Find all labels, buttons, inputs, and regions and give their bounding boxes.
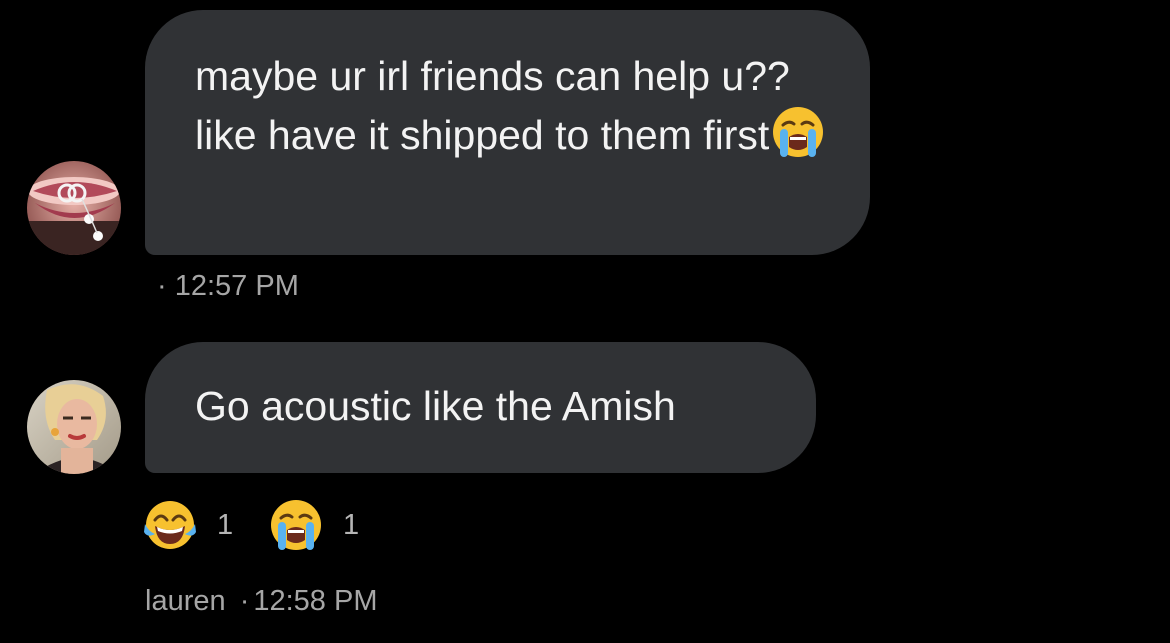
sender-name: lauren xyxy=(145,585,226,617)
message-bubble[interactable]: maybe ur irl friends can help u?? like h… xyxy=(145,10,870,255)
avatar-image xyxy=(27,380,121,474)
loudly-crying-face-icon xyxy=(771,105,825,159)
separator-dot: · xyxy=(157,270,167,302)
reaction-count: 1 xyxy=(217,508,234,541)
time-label: 12:57 PM xyxy=(174,270,299,302)
reaction-chip[interactable]: 1 xyxy=(143,500,233,550)
chat-thread: maybe ur irl friends can help u?? like h… xyxy=(0,0,1170,643)
sender-avatar[interactable] xyxy=(27,380,121,474)
time-label: 12:58 PM xyxy=(253,585,378,617)
avatar-image xyxy=(27,161,121,255)
message-text: Go acoustic like the Amish xyxy=(195,383,676,429)
separator-dot: · xyxy=(239,585,250,617)
message-bubble[interactable]: Go acoustic like the Amish xyxy=(145,342,816,473)
message-text: maybe ur irl friends can help u?? like h… xyxy=(195,53,790,158)
loudly-crying-face-icon xyxy=(269,498,323,552)
message-timestamp: lauren · 12:58 PM xyxy=(145,584,378,618)
reaction-count: 1 xyxy=(343,508,360,541)
message-timestamp: · 12:57 PM xyxy=(157,269,299,303)
reaction-chip[interactable]: 1 xyxy=(269,500,359,550)
sender-avatar[interactable] xyxy=(27,161,121,255)
face-with-tears-of-joy-icon xyxy=(143,498,197,552)
